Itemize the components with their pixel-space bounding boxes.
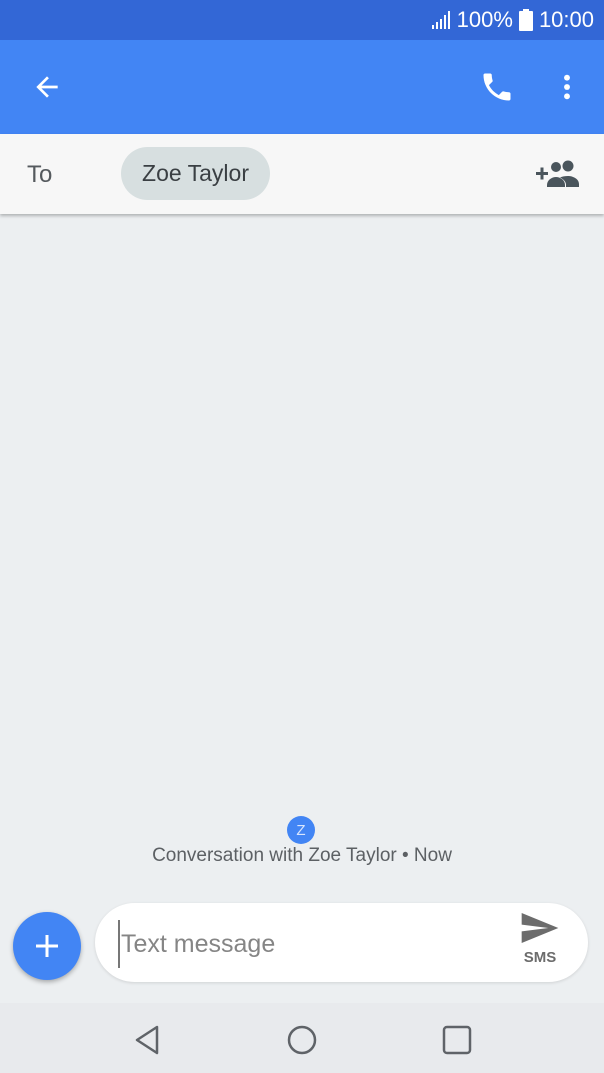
add-people-button[interactable] — [530, 146, 586, 202]
nav-back-icon — [135, 1025, 159, 1055]
call-button[interactable] — [469, 59, 525, 115]
add-people-icon — [536, 160, 579, 187]
nav-home-button[interactable] — [280, 1018, 324, 1062]
signal-icon — [431, 10, 451, 30]
clock: 10:00 — [538, 7, 594, 32]
nav-back-button[interactable] — [125, 1018, 169, 1062]
more-vert-icon — [564, 74, 570, 100]
recipient-bar: To Zoe Taylor — [0, 134, 604, 214]
battery-icon — [518, 9, 533, 31]
phone-icon — [483, 73, 511, 101]
contact-avatar: Z — [287, 816, 315, 844]
compose-bar: SMS — [95, 903, 588, 982]
arrow-back-icon — [36, 76, 58, 98]
status-icons: 100% 10:00 — [431, 0, 594, 40]
status-bar: 100% 10:00 — [0, 0, 604, 40]
nav-home-icon — [287, 1025, 317, 1055]
conversation-info: Conversation with Zoe Taylor • Now — [152, 845, 452, 866]
app-bar — [0, 40, 604, 134]
nav-recents-button[interactable] — [435, 1018, 479, 1062]
recipient-name: Zoe Taylor — [142, 160, 249, 186]
send-icon — [521, 913, 559, 943]
attach-button[interactable] — [13, 912, 81, 980]
to-label: To — [27, 161, 53, 188]
battery-percent: 100% — [456, 7, 513, 32]
message-input[interactable] — [118, 920, 503, 968]
nav-recents-icon — [442, 1025, 472, 1055]
plus-icon — [36, 935, 58, 957]
back-button[interactable] — [19, 59, 75, 115]
more-options-button[interactable] — [539, 59, 595, 115]
send-label: SMS — [523, 949, 557, 966]
avatar-letter: Z — [296, 821, 306, 839]
navigation-bar — [0, 1003, 604, 1073]
send-button[interactable]: SMS — [509, 911, 571, 975]
recipient-chip[interactable]: Zoe Taylor — [121, 147, 270, 200]
